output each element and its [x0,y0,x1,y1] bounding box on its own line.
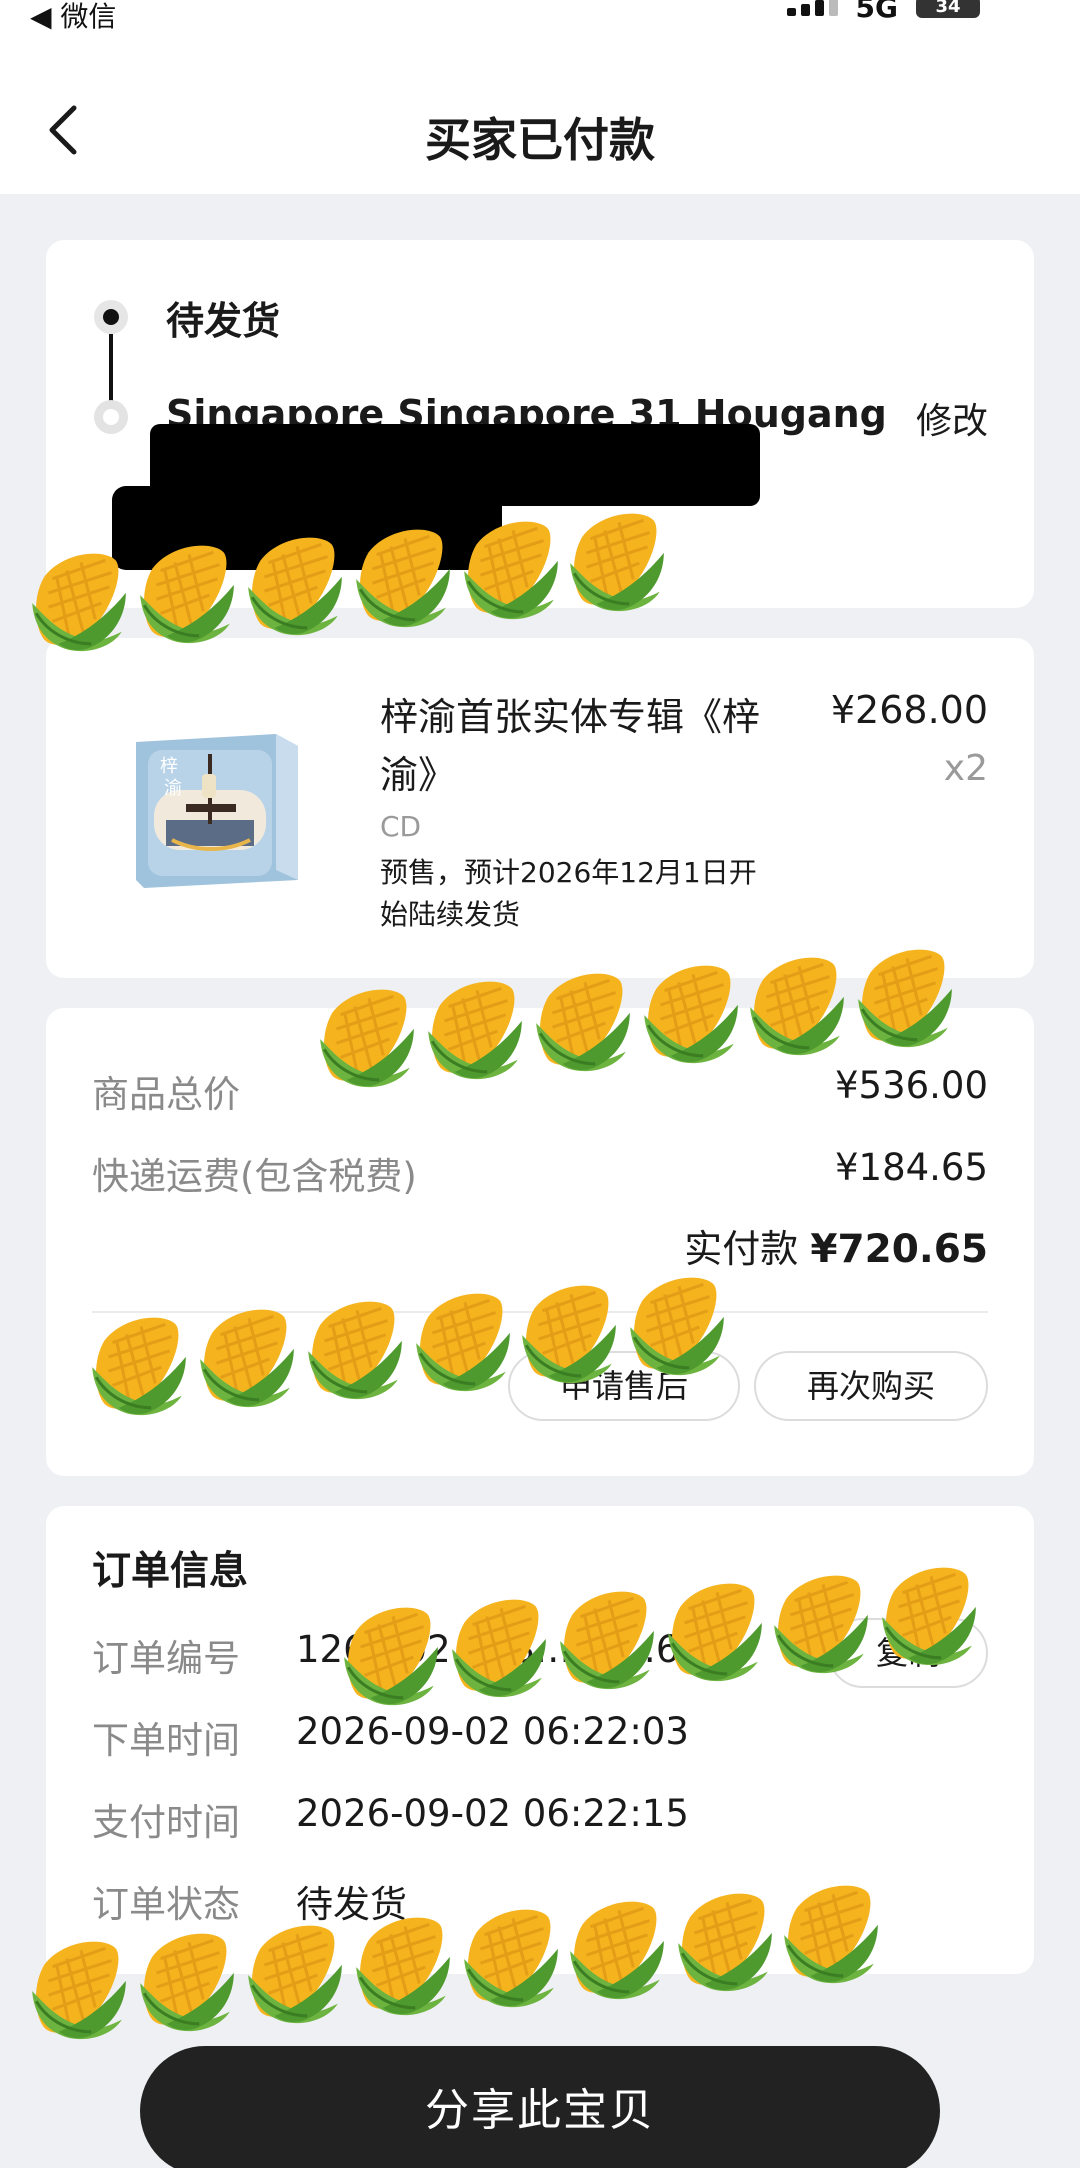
copy-order-number-button[interactable]: 复制 [828,1618,988,1688]
page-title: 买家已付款 [425,113,655,167]
status-bar: ◀ 微信 5G 34 [0,0,1080,40]
shipping-fee-label: 快递运费(包含税费) [92,1155,417,1198]
nav-header: 买家已付款 [0,40,1080,194]
modify-address-button[interactable]: 修改 [916,392,988,444]
rebuy-button[interactable]: 再次购买 [754,1351,988,1421]
product-card[interactable]: 梓 渝 梓渝首张实体专辑《梓渝》 ¥268.00 x2 CD 预售，预计2026… [46,638,1034,978]
product-name[interactable]: 梓渝首张实体专辑《梓渝》 [380,688,760,804]
order-number-value: 126…02…08…88…6 [296,1628,680,1671]
shipping-status: 待发货 [166,299,281,343]
product-spec: CD [380,810,422,843]
presale-note: 预售，预计2026年12月1日开始陆续发货 [380,856,757,931]
after-sale-button[interactable]: 申请售后 [508,1351,740,1421]
payment-time-label: 支付时间 [92,1801,240,1844]
order-detail-page: ◀ 微信 5G 34 买家已付款 待发货 Singapore Singapore… [0,0,1080,2168]
status-indicators: 5G 34 [786,0,980,24]
timeline-dot-icon [94,300,128,334]
shipping-fee-value: ¥184.65 [834,1146,988,1189]
order-created-label: 下单时间 [92,1719,240,1762]
product-price: ¥268.00 [830,688,988,732]
battery-icon: 34 [916,0,980,18]
product-quantity: x2 [943,748,988,789]
svg-text:梓: 梓 [160,756,178,777]
order-info-title: 订单信息 [92,1549,249,1594]
redaction-block [112,486,502,570]
paid-total-label: 实付款 [684,1227,799,1271]
timeline-line [109,334,113,404]
order-created-value: 2026-09-02 06:22:03 [296,1710,689,1753]
divider [92,1311,988,1313]
price-summary-card: 商品总价 ¥536.00 快递运费(包含税费) ¥184.65 实付款 ¥720… [46,1008,1034,1476]
order-status-label: 订单状态 [92,1883,240,1926]
goods-total-value: ¥536.00 [834,1064,988,1107]
album-cover-image: 梓 渝 [136,734,298,888]
paid-total-value: ¥720.65 [810,1227,988,1272]
goods-total-label: 商品总价 [92,1073,240,1116]
svg-text:渝: 渝 [164,778,182,799]
paid-total-row: 实付款 ¥720.65 [684,1218,988,1273]
share-item-button[interactable]: 分享此宝贝 [140,2046,940,2168]
signal-icon [786,0,838,16]
timeline-dot-icon [94,400,128,434]
payment-time-value: 2026-09-02 06:22:15 [296,1792,689,1835]
order-info-card: 订单信息 订单编号 126…02…08…88…6 复制 下单时间 2026-09… [46,1506,1034,1974]
order-status-value: 待发货 [296,1883,407,1926]
status-back-to-wechat[interactable]: ◀ 微信 [30,0,116,34]
product-thumbnail[interactable]: 梓 渝 [126,720,302,896]
network-type: 5G [855,0,898,24]
order-number-label: 订单编号 [92,1637,240,1680]
shipping-card: 待发货 Singapore Singapore 31 Hougang 修改 [46,240,1034,608]
